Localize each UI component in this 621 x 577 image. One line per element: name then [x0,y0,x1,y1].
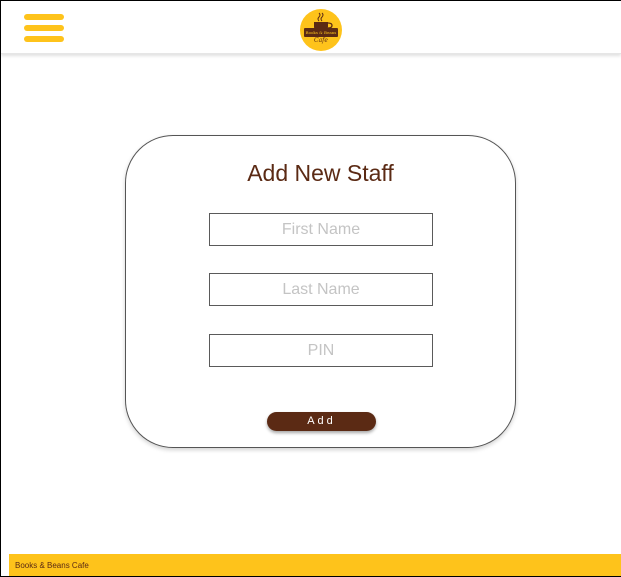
add-staff-card: Add New Staff Add [125,135,516,448]
first-name-input[interactable] [209,213,433,246]
hamburger-menu-icon[interactable] [24,14,64,44]
menu-bar [24,36,64,42]
pin-input[interactable] [209,334,433,367]
logo-banner: Books & Beans [304,28,338,37]
menu-bar [24,25,64,31]
footer-bar: Books & Beans Cafe [9,554,621,576]
logo-brand-sub: Cafe [314,37,328,44]
app-frame: Books & Beans Cafe Add New Staff Add Boo… [0,0,621,577]
menu-bar [24,14,64,20]
footer-text: Books & Beans Cafe [15,561,89,570]
cafe-logo-icon[interactable]: Books & Beans Cafe [300,9,342,51]
top-header: Books & Beans Cafe [1,1,621,54]
add-button[interactable]: Add [267,412,376,431]
logo-brand-name: Books & Beans [305,30,337,35]
form-title: Add New Staff [247,160,394,186]
last-name-input[interactable] [209,273,433,306]
